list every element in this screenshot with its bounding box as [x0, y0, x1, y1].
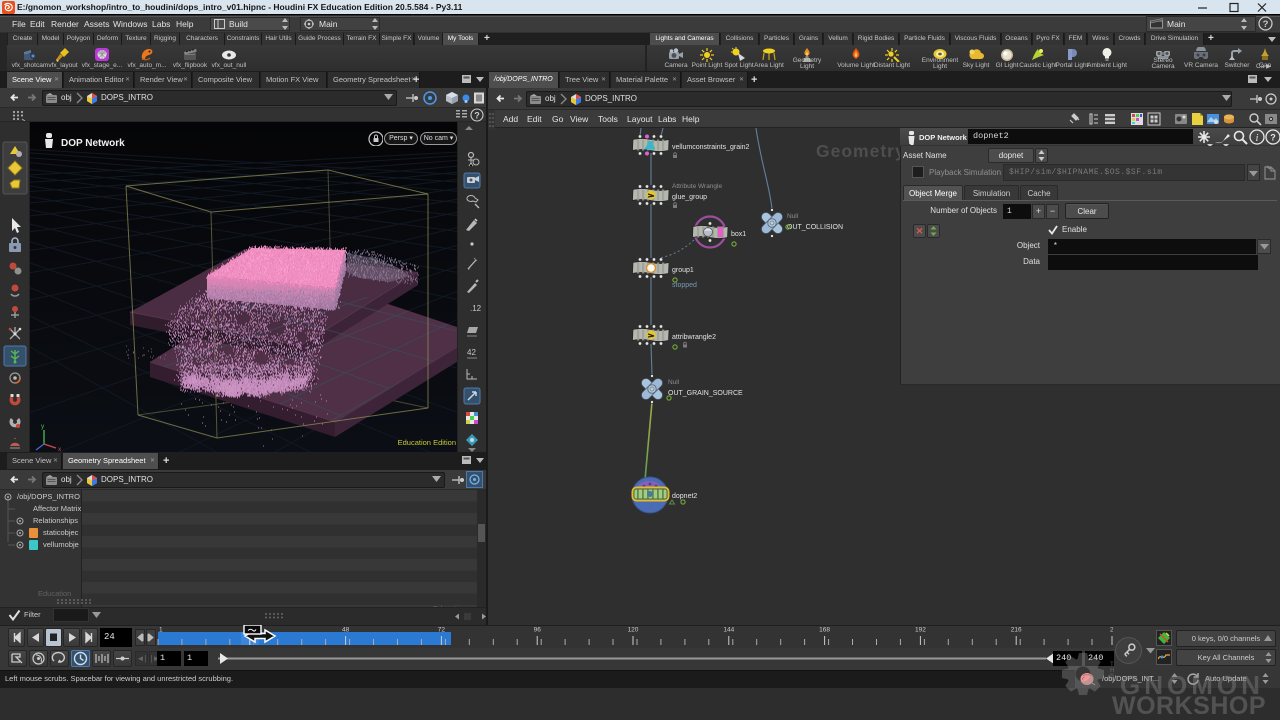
svg-text:attribwrangle2: attribwrangle2: [672, 334, 716, 341]
svg-text:?: ?: [1263, 19, 1269, 30]
svg-text:96: 96: [534, 627, 542, 634]
svg-text:i: i: [1256, 133, 1259, 144]
svg-text:?: ?: [1270, 133, 1276, 143]
svg-text:168: 168: [819, 627, 830, 634]
svg-text:192: 192: [915, 627, 926, 634]
svg-text:216: 216: [1011, 627, 1022, 634]
svg-text:?: ?: [474, 111, 480, 121]
svg-text:Geometry: Geometry: [816, 141, 906, 161]
svg-text:.12: .12: [470, 304, 482, 313]
svg-text:WORKSHOP: WORKSHOP: [1112, 692, 1266, 720]
svg-text:Null: Null: [787, 213, 799, 220]
svg-text:48: 48: [342, 627, 350, 634]
svg-text:glue_group: glue_group: [672, 194, 707, 201]
svg-text:box1: box1: [731, 231, 746, 238]
svg-text:group1: group1: [672, 267, 694, 274]
svg-text:Education Edition: Education Edition: [398, 438, 456, 447]
svg-text:240: 240: [1110, 627, 1113, 634]
svg-text:144: 144: [723, 627, 734, 634]
svg-text:120: 120: [628, 627, 639, 634]
svg-text:dopnet2: dopnet2: [672, 493, 697, 500]
svg-text:72: 72: [438, 627, 446, 634]
svg-text:1: 1: [159, 627, 163, 634]
svg-text:OUT_COLLISION: OUT_COLLISION: [787, 224, 843, 231]
svg-text:vellumconstraints_grain2: vellumconstraints_grain2: [672, 144, 750, 151]
svg-text:42: 42: [467, 348, 476, 357]
svg-text:E: E: [1110, 674, 1114, 680]
svg-text:OUT_GRAIN_SOURCE: OUT_GRAIN_SOURCE: [668, 390, 743, 397]
svg-text:Null: Null: [668, 379, 680, 386]
svg-text:stopped: stopped: [672, 282, 697, 289]
svg-text:Attribute Wrangle: Attribute Wrangle: [672, 183, 722, 190]
